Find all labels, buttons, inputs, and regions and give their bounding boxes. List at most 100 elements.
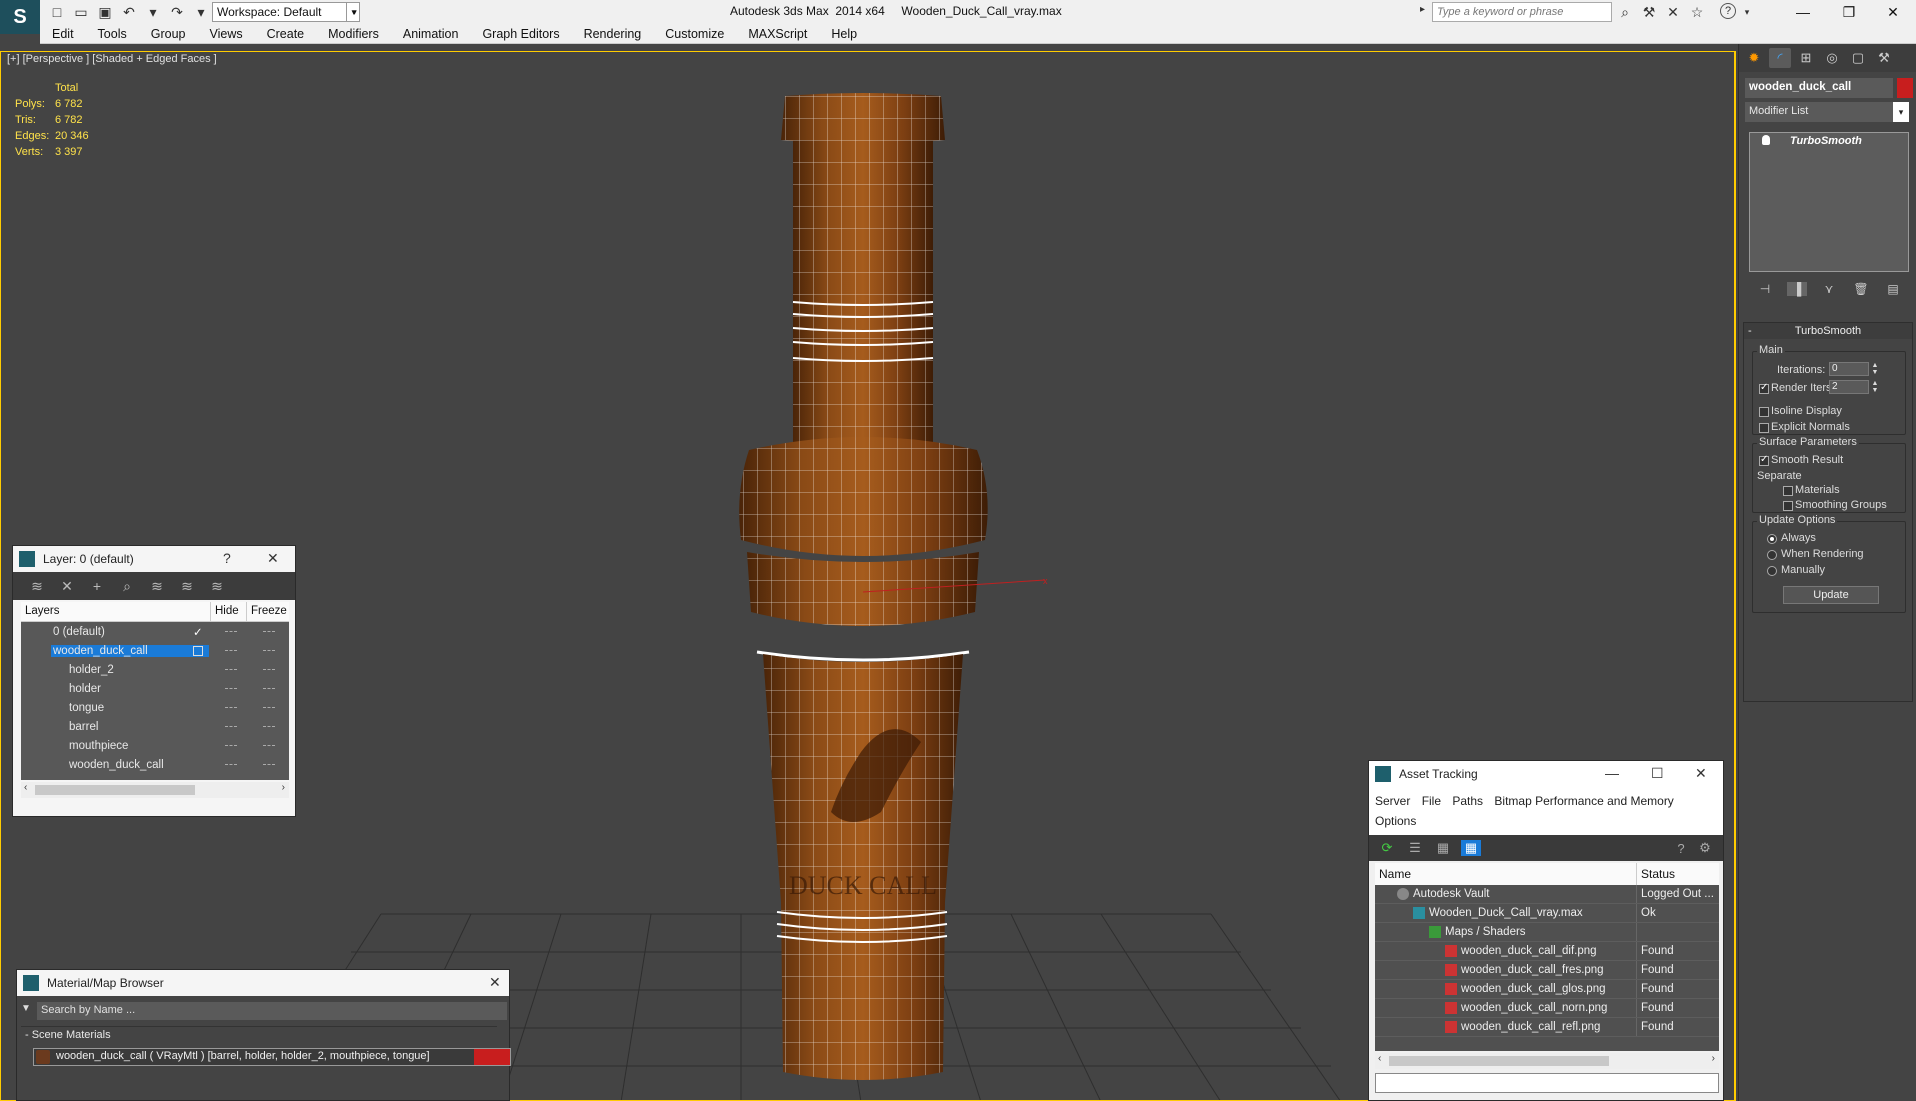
hide-toggle[interactable] [225,745,237,747]
column-layers[interactable]: Layers [21,602,211,621]
asset-maximize-button[interactable]: ☐ [1651,765,1664,782]
layers-icon[interactable]: ≋ [27,578,47,595]
asset-horizontal-scrollbar[interactable]: ‹ › [1375,1053,1719,1069]
stack-item-turbosmooth[interactable]: TurboSmooth [1750,133,1908,149]
layer-row[interactable]: tongue [21,698,289,717]
asset-path-field[interactable] [1375,1073,1719,1093]
select-in-layer-icon[interactable]: ⌕ [117,578,137,595]
asset-menu-paths[interactable]: Paths [1452,794,1483,808]
create-tab-icon[interactable]: ✹ [1743,48,1765,68]
column-status[interactable]: Status [1637,863,1719,885]
workspace-options-button[interactable]: ▾ [346,2,362,22]
menu-customize[interactable]: Customize [653,27,736,41]
menu-maxscript[interactable]: MAXScript [736,27,819,41]
refresh-icon[interactable]: ⟳ [1377,840,1397,856]
hide-toggle[interactable] [225,669,237,671]
update-button[interactable]: Update [1783,586,1879,604]
spinner-arrows-icon[interactable]: ▲ ▼ [1871,380,1879,394]
hide-toggle[interactable] [225,631,237,633]
binoculars-icon[interactable]: ⌕ [1616,3,1634,21]
freeze-toggle[interactable] [263,688,275,690]
add-layer-icon[interactable]: + [87,578,107,594]
material-browser-header[interactable]: Material/Map Browser ✕ [17,970,509,996]
layer-row[interactable]: holder_2 [21,660,289,679]
freeze-toggle[interactable] [263,726,275,728]
freeze-toggle[interactable] [263,764,275,766]
display-tab-icon[interactable]: ▢ [1847,48,1869,68]
active-layer-check-icon[interactable]: ✓ [193,625,203,639]
hide-toggle[interactable] [225,764,237,766]
app-logo-icon[interactable]: S [0,0,40,34]
undo-dropdown-icon[interactable]: ▾ [144,3,162,21]
menu-views[interactable]: Views [197,27,254,41]
modifier-list-dropdown[interactable]: Modifier List ▾ [1745,102,1909,122]
menu-edit[interactable]: Edit [40,27,86,41]
render-iters-checkbox[interactable] [1759,382,1769,394]
asset-row[interactable]: Autodesk Vault Logged Out ... [1375,885,1719,904]
separate-smoothing-groups-checkbox[interactable] [1783,501,1793,511]
communication-center-icon[interactable]: ✕ [1664,3,1682,21]
separate-materials-checkbox[interactable] [1783,486,1793,496]
scroll-right-icon[interactable]: › [282,782,285,793]
asset-row[interactable]: wooden_duck_call_fres.png Found [1375,961,1719,980]
delete-layer-icon[interactable]: ✕ [57,578,77,595]
tree-view-icon[interactable]: ▦ [1433,840,1453,856]
asset-row[interactable]: wooden_duck_call_dif.png Found [1375,942,1719,961]
scroll-left-icon[interactable]: ‹ [1378,1053,1381,1064]
menu-modifiers[interactable]: Modifiers [316,27,391,41]
motion-tab-icon[interactable]: ◎ [1821,48,1843,68]
freeze-toggle[interactable] [263,631,275,633]
layer-close-button[interactable]: ✕ [267,550,279,567]
material-browser-close-button[interactable]: ✕ [489,974,501,991]
asset-settings-icon[interactable]: ⚙ [1695,840,1715,856]
asset-menu-options[interactable]: Options [1375,814,1416,828]
redo-icon[interactable]: ↷ [168,3,186,21]
update-manually-radio[interactable] [1767,566,1777,576]
explicit-normals-checkbox[interactable] [1759,423,1769,433]
object-name-field[interactable]: wooden_duck_call [1745,78,1893,98]
layer-horizontal-scrollbar[interactable]: ‹ › [21,782,289,798]
column-name[interactable]: Name [1375,863,1637,885]
asset-row[interactable]: Maps / Shaders [1375,923,1719,942]
save-file-icon[interactable]: ▣ [96,3,114,21]
help-dropdown-icon[interactable]: ▾ [1738,3,1756,21]
asset-close-button[interactable]: ✕ [1695,765,1707,782]
hide-toggle[interactable] [225,688,237,690]
column-hide[interactable]: Hide [211,602,247,621]
menu-create[interactable]: Create [255,27,317,41]
material-search-input[interactable]: Search by Name ... [37,1002,507,1020]
menu-group[interactable]: Group [139,27,198,41]
asset-menu-file[interactable]: File [1422,794,1441,808]
asset-menu-bitmap-performance[interactable]: Bitmap Performance and Memory [1494,794,1673,808]
menu-animation[interactable]: Animation [391,27,471,41]
layer-row[interactable]: holder [21,679,289,698]
utilities-tab-icon[interactable]: ⚒ [1873,48,1895,68]
layer-row[interactable]: mouthpiece [21,736,289,755]
restore-button[interactable]: ❐ [1826,0,1872,24]
asset-row[interactable]: Wooden_Duck_Call_vray.max Ok [1375,904,1719,923]
asset-minimize-button[interactable]: — [1605,765,1619,781]
asset-tracking-header[interactable]: Asset Tracking — ☐ ✕ [1369,761,1723,787]
layer-row[interactable]: wooden_duck_call [21,641,289,660]
menu-tools[interactable]: Tools [86,27,139,41]
update-when-rendering-radio[interactable] [1767,550,1777,560]
asset-menu-server[interactable]: Server [1375,794,1410,808]
minimize-button[interactable]: — [1780,0,1826,24]
iterations-spinner[interactable]: 0 [1829,362,1869,376]
column-freeze[interactable]: Freeze [247,602,289,621]
redo-dropdown-icon[interactable]: ▾ [192,3,210,21]
layer-help-button[interactable]: ? [223,550,231,566]
workspace-dropdown[interactable]: Workspace: Default ▾ [212,2,360,22]
layer-settings-icon[interactable]: ≋ [207,578,227,595]
asset-row[interactable]: wooden_duck_call_refl.png Found [1375,1018,1719,1037]
render-iters-spinner[interactable]: 2 [1829,380,1869,394]
freeze-toggle[interactable] [263,669,275,671]
smooth-result-checkbox[interactable] [1759,454,1769,466]
make-unique-icon[interactable]: ⋎ [1819,282,1839,296]
browser-options-icon[interactable]: ▼ [21,1003,35,1017]
set-active-layer-icon[interactable] [193,645,203,656]
close-button[interactable]: ✕ [1870,0,1916,24]
menu-help[interactable]: Help [819,27,869,41]
table-view-icon[interactable]: ▦ [1461,840,1481,856]
asset-row[interactable]: wooden_duck_call_glos.png Found [1375,980,1719,999]
